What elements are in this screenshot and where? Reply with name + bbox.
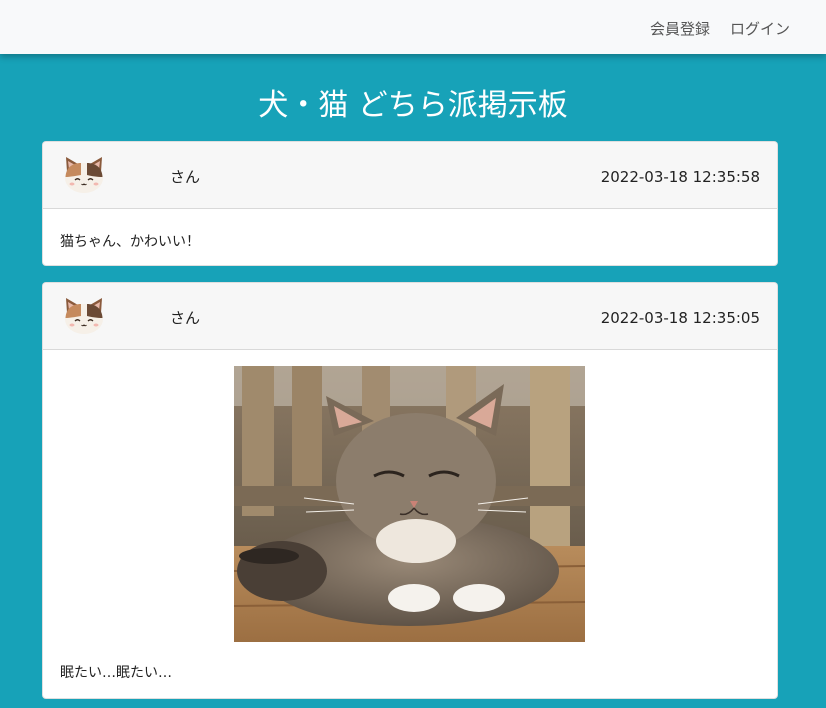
post-body: 猫ちゃん、かわいい！ bbox=[43, 209, 777, 265]
post-header: さん 2022-03-18 12:35:58 bbox=[43, 142, 777, 209]
calico-cat-avatar-icon bbox=[65, 157, 103, 193]
post-username: さん bbox=[170, 309, 201, 327]
post-card: さん 2022-03-18 12:35:58 猫ちゃん、かわいい！ bbox=[42, 141, 778, 266]
sleeping-tabby-cat-photo[interactable] bbox=[234, 366, 585, 642]
top-navbar: 会員登録 ログイン bbox=[0, 0, 826, 54]
calico-cat-avatar-icon bbox=[65, 298, 103, 334]
post-header: さん 2022-03-18 12:35:05 bbox=[43, 283, 777, 350]
post-card: さん 2022-03-18 12:35:05 眠たい…眠たい… bbox=[42, 282, 778, 699]
post-body: 眠たい…眠たい… bbox=[43, 350, 777, 698]
post-text: 眠たい…眠たい… bbox=[60, 665, 172, 681]
page-title: 犬・猫 どちら派掲示板 bbox=[258, 88, 568, 123]
post-timestamp: 2022-03-18 12:35:58 bbox=[600, 168, 760, 186]
register-link[interactable]: 会員登録 bbox=[650, 18, 710, 39]
login-link[interactable]: ログイン bbox=[730, 18, 790, 39]
post-text: 猫ちゃん、かわいい！ bbox=[60, 234, 200, 250]
post-timestamp: 2022-03-18 12:35:05 bbox=[600, 309, 760, 327]
post-username: さん bbox=[170, 168, 201, 186]
